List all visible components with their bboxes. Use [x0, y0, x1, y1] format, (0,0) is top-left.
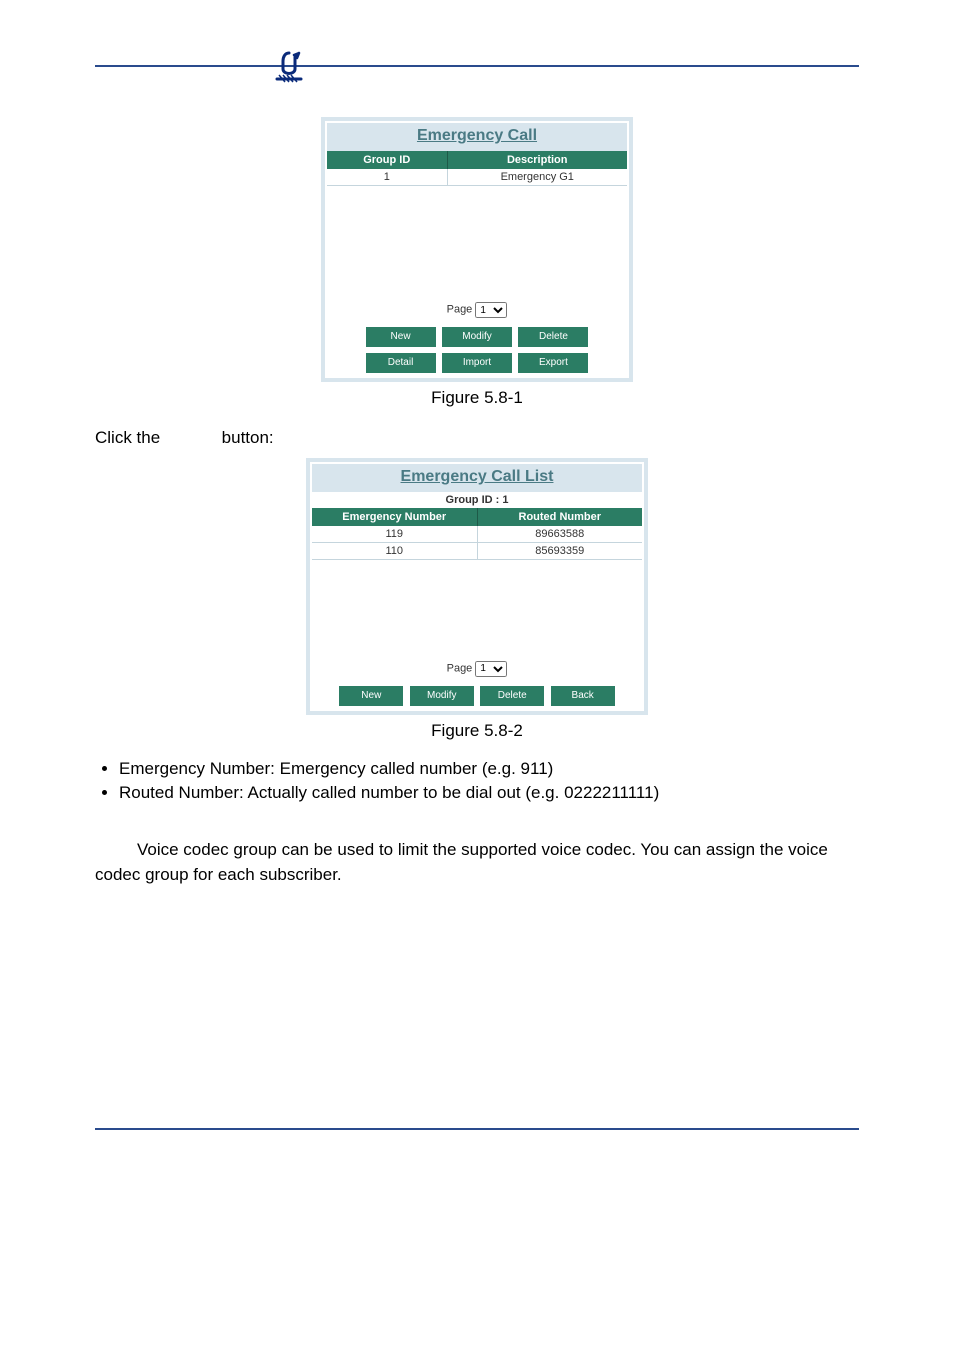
page-select[interactable]: 1	[475, 302, 507, 318]
import-button[interactable]: Import	[442, 353, 512, 373]
panel-title-text: Emergency Call	[417, 127, 537, 144]
cell-routed-number: 85693359	[477, 542, 642, 559]
col-routed-number: Routed Number	[477, 508, 642, 526]
header-line	[95, 65, 859, 67]
col-emergency-number: Emergency Number	[312, 508, 477, 526]
cell-routed-number: 89663588	[477, 526, 642, 543]
back-button[interactable]: Back	[551, 686, 615, 706]
click-post: button:	[222, 428, 274, 447]
col-group-id: Group ID	[327, 151, 447, 169]
page-control: Page 1	[327, 296, 627, 324]
table-row[interactable]: 119 89663588	[312, 526, 642, 543]
bullet-item: Emergency Number: Emergency called numbe…	[119, 759, 859, 779]
col-description: Description	[447, 151, 627, 169]
detail-button[interactable]: Detail	[366, 353, 436, 373]
cell-description: Emergency G1	[447, 169, 627, 186]
emergency-call-panel: Emergency Call Group ID Description 1 Em…	[321, 117, 633, 382]
emergency-call-list-panel: Emergency Call List Group ID : 1 Emergen…	[306, 458, 648, 715]
emergency-call-list-table: Emergency Number Routed Number 119 89663…	[312, 508, 642, 560]
modify-button[interactable]: Modify	[410, 686, 474, 706]
panel-title: Emergency Call	[327, 123, 627, 151]
new-button[interactable]: New	[339, 686, 403, 706]
export-button[interactable]: Export	[518, 353, 588, 373]
cell-group-id: 1	[327, 169, 447, 186]
bullet-list: Emergency Number: Emergency called numbe…	[95, 759, 859, 803]
panel-title: Emergency Call List	[312, 464, 642, 492]
panel-spacer	[327, 186, 627, 296]
delete-button[interactable]: Delete	[480, 686, 544, 706]
delete-button[interactable]: Delete	[518, 327, 588, 347]
figure-caption-2: Figure 5.8-2	[95, 721, 859, 741]
logo-icon	[271, 49, 307, 85]
cell-emergency-number: 119	[312, 526, 477, 543]
voice-codec-paragraph: Voice codec group can be used to limit t…	[95, 837, 859, 888]
click-instruction: Click the button:	[95, 426, 859, 450]
emergency-call-table: Group ID Description 1 Emergency G1	[327, 151, 627, 186]
cell-emergency-number: 110	[312, 542, 477, 559]
bullet-item: Routed Number: Actually called number to…	[119, 783, 859, 803]
table-row[interactable]: 110 85693359	[312, 542, 642, 559]
panel-spacer	[312, 560, 642, 655]
group-id-label: Group ID : 1	[312, 492, 642, 508]
page-select[interactable]: 1	[475, 661, 507, 677]
click-pre: Click the	[95, 428, 160, 447]
new-button[interactable]: New	[366, 327, 436, 347]
footer-line	[95, 1128, 859, 1130]
modify-button[interactable]: Modify	[442, 327, 512, 347]
table-row[interactable]: 1 Emergency G1	[327, 169, 627, 186]
page-control: Page 1	[312, 655, 642, 683]
page-label: Page	[447, 304, 473, 316]
figure-caption-1: Figure 5.8-1	[95, 388, 859, 408]
panel-title-text: Emergency Call List	[401, 468, 554, 485]
page-label: Page	[447, 662, 473, 674]
